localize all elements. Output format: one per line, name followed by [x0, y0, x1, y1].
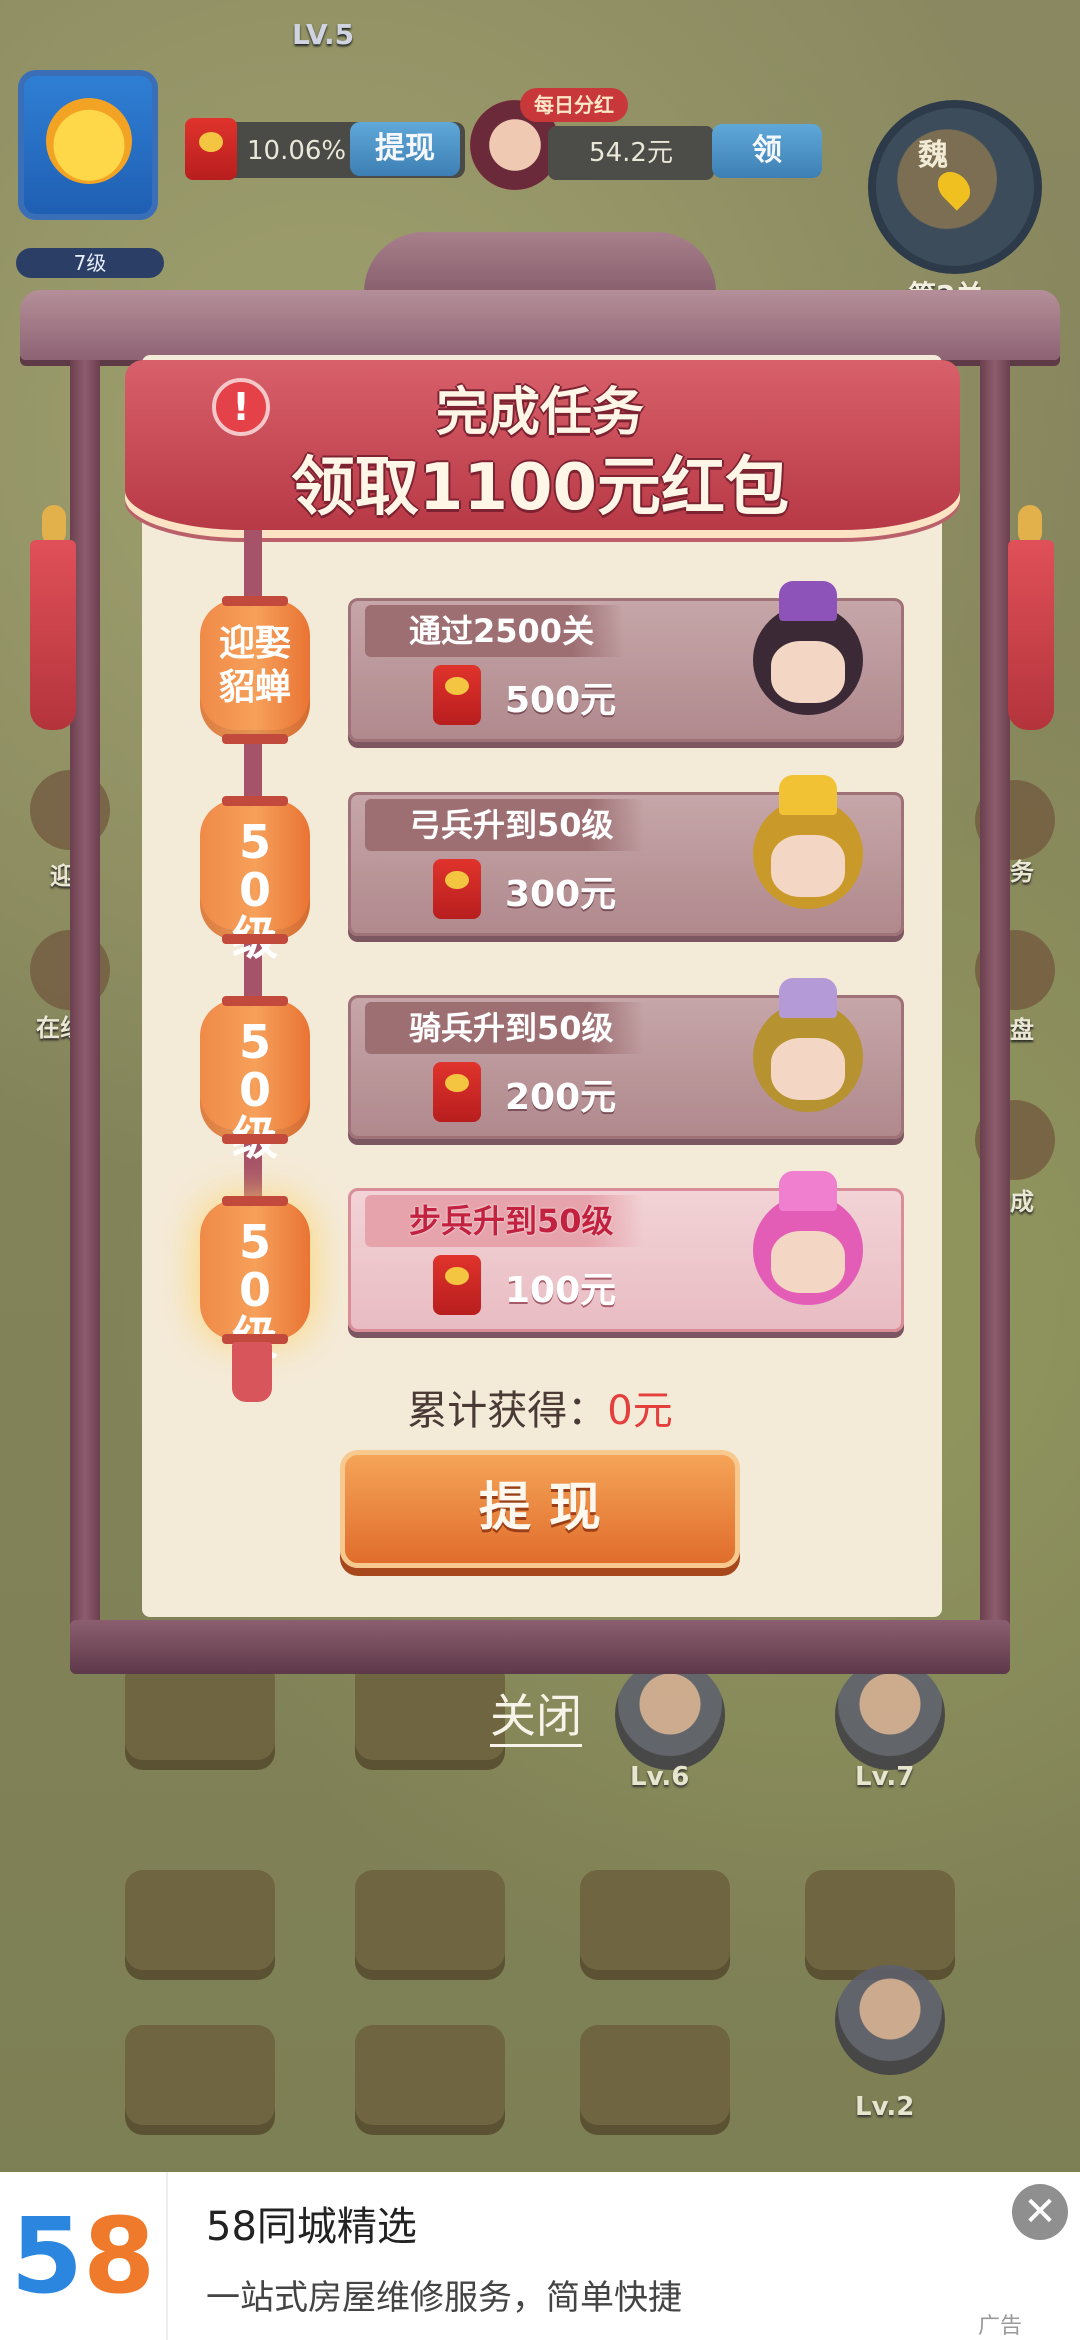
board-slot — [805, 1870, 955, 1980]
lantern-label: 50级 — [232, 1015, 278, 1165]
lantern-label: 50级 — [232, 815, 278, 965]
player-avatar[interactable] — [18, 70, 158, 220]
red-envelope-icon — [433, 859, 481, 919]
map-kingdom-label: 魏 — [918, 138, 948, 173]
ad-tag: 广告 — [978, 2314, 1023, 2339]
ad-title: 58同城精选 — [206, 2204, 417, 2250]
board-slot — [580, 1870, 730, 1980]
unit-level: Lv.2 — [855, 2092, 915, 2122]
task-card[interactable]: 弓兵升到50级 300元 — [348, 775, 904, 936]
task-title: 弓兵升到50级 — [365, 799, 644, 851]
task-lantern-active: 50级 — [200, 1196, 310, 1362]
task-card[interactable]: 骑兵升到50级 200元 — [348, 978, 904, 1139]
task-title: 步兵升到50级 — [365, 1195, 644, 1247]
red-envelope-icon — [433, 1062, 481, 1122]
red-envelope-icon — [433, 1255, 481, 1315]
task-lantern: 50级 — [200, 996, 310, 1162]
58-logo: 58 — [0, 2172, 168, 2340]
task-reward: 500元 — [505, 680, 617, 721]
unit-level: Lv.7 — [855, 1762, 915, 1792]
daily-bonus-tag: 每日分红 — [520, 88, 628, 122]
infantry-hero-icon — [733, 1161, 883, 1331]
total-earned: 累计获得：0元 — [0, 1378, 1080, 1436]
progress-percent: 10.06% — [247, 136, 347, 166]
task-reward: 200元 — [505, 1077, 617, 1118]
daily-bonus-amount: 54.2元 — [548, 126, 714, 180]
lantern-label: 迎娶貂蝉 — [219, 623, 292, 708]
close-button[interactable]: 关闭 — [490, 1688, 582, 1747]
unit-character[interactable] — [615, 1660, 725, 1770]
red-envelope-icon — [185, 118, 237, 180]
board-slot — [355, 1870, 505, 1980]
frame-right-pillar — [980, 360, 1010, 1640]
red-envelope-icon — [433, 665, 481, 725]
lantern-label: 50级 — [232, 1215, 278, 1365]
task-reward: 100元 — [505, 1270, 617, 1311]
board-slot — [125, 1660, 275, 1770]
withdraw-top-button[interactable]: 提现 — [350, 122, 460, 176]
task-title: 通过2500关 — [365, 605, 625, 657]
task-lantern: 迎娶貂蝉 — [200, 596, 310, 744]
claim-button[interactable]: 领 — [712, 124, 822, 178]
player-level-badge: 7级 — [16, 248, 164, 278]
unit-level: Lv.6 — [630, 1762, 690, 1792]
archer-hero-icon — [733, 765, 883, 935]
diaochan-hero-icon — [733, 571, 883, 741]
ad-subtitle: 一站式房屋维修服务，简单快捷 — [206, 2278, 682, 2318]
lion-avatar-icon — [46, 98, 132, 184]
cavalry-hero-icon — [733, 968, 883, 1138]
modal-title: 完成任务 — [435, 383, 644, 443]
task-lantern: 50级 — [200, 796, 310, 962]
withdraw-button[interactable]: 提 现 — [340, 1450, 740, 1568]
board-slot — [580, 2025, 730, 2135]
modal-subtitle: 领取1100元红包 — [290, 451, 790, 525]
frame-top-beam — [20, 290, 1060, 360]
left-tassel — [30, 540, 76, 730]
board-slot — [355, 2025, 505, 2135]
ad-banner[interactable]: 58 58同城精选 一站式房屋维修服务，简单快捷 — [0, 2172, 1080, 2340]
task-card-active[interactable]: 步兵升到50级 100元 — [348, 1171, 904, 1332]
board-slot — [355, 1660, 505, 1770]
ad-close-icon[interactable]: ✕ — [1012, 2184, 1068, 2240]
board-slot — [125, 2025, 275, 2135]
unit-character[interactable] — [835, 1660, 945, 1770]
top-level-label: LV.5 — [292, 18, 355, 51]
total-value: 0元 — [607, 1388, 673, 1434]
total-label: 累计获得： — [407, 1388, 608, 1434]
task-card[interactable]: 通过2500关 500元 — [348, 581, 904, 742]
task-reward: 300元 — [505, 874, 617, 915]
right-tassel — [1008, 540, 1054, 730]
board-slot — [125, 1870, 275, 1980]
frame-bottom-beam — [70, 1620, 1010, 1674]
unit-character[interactable] — [835, 1965, 945, 2075]
task-title: 骑兵升到50级 — [365, 1002, 644, 1054]
